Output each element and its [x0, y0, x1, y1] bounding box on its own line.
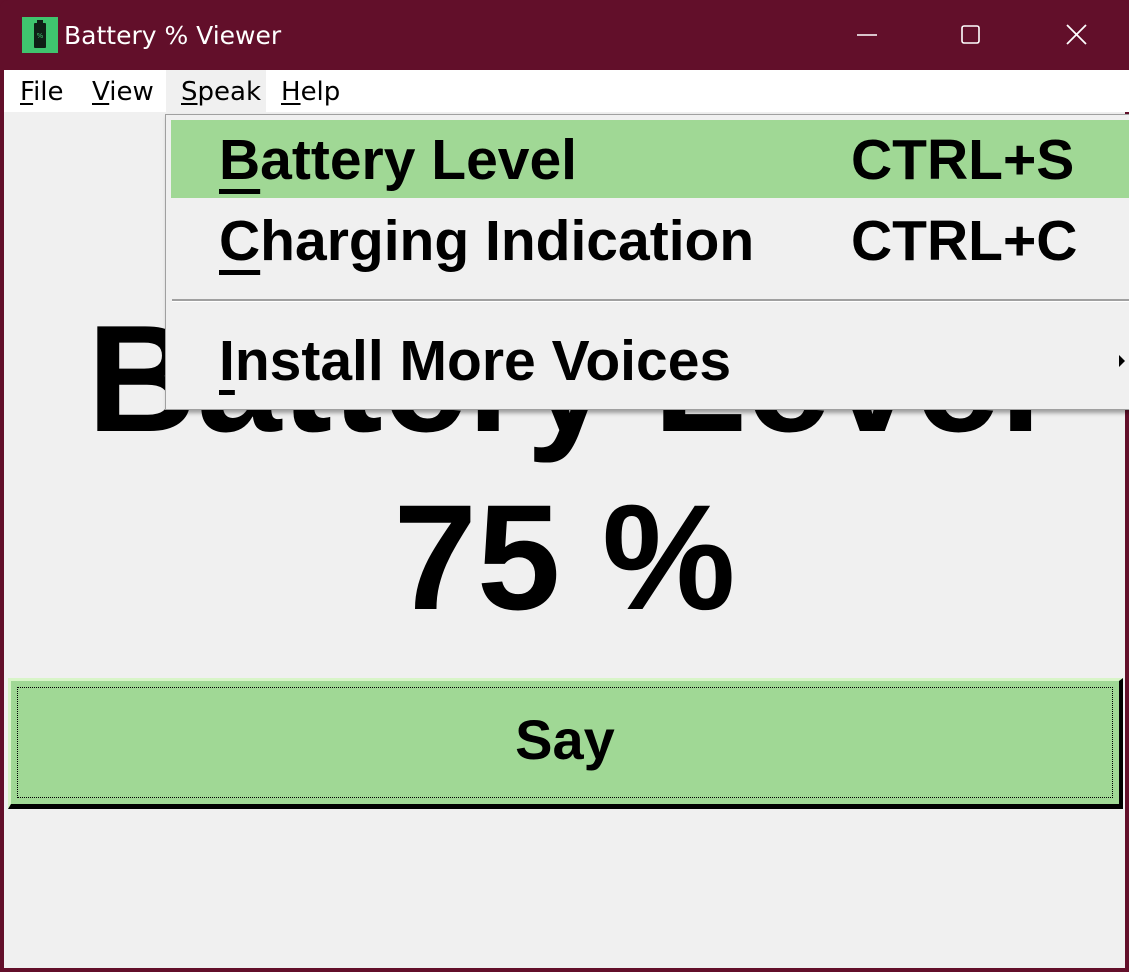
say-button[interactable]: Say — [8, 678, 1123, 809]
menu-view[interactable]: View — [92, 70, 154, 112]
menu-item-install-more-voices[interactable]: Install More Voices — [171, 321, 1129, 399]
menu-separator — [172, 299, 1129, 302]
menu-item-label: Battery Level — [219, 128, 578, 192]
menu-item-charging-indication[interactable]: Charging Indication CTRL+C — [171, 201, 1129, 279]
battery-icon: % — [34, 20, 46, 48]
menu-item-shortcut: CTRL+C — [851, 209, 1078, 273]
app-window: % Battery % Viewer File View Speak Help … — [0, 0, 1129, 972]
close-button[interactable] — [1023, 0, 1127, 70]
maximize-button[interactable] — [918, 0, 1022, 70]
menu-item-shortcut: CTRL+S — [851, 128, 1075, 192]
submenu-arrow-icon — [1119, 355, 1125, 367]
minimize-button[interactable] — [815, 0, 919, 70]
menu-item-label: Install More Voices — [219, 329, 732, 393]
menu-help[interactable]: Help — [281, 70, 340, 112]
speak-dropdown-menu: Battery Level CTRL+S Charging Indication… — [165, 114, 1129, 410]
menu-item-label: Charging Indication — [219, 209, 755, 273]
say-button-label: Say — [515, 708, 615, 771]
title-bar[interactable]: % Battery % Viewer — [0, 0, 1129, 70]
battery-percent: 75 % — [393, 473, 736, 641]
battery-app-icon: % — [22, 17, 58, 53]
minimize-icon — [857, 34, 877, 36]
menu-speak[interactable]: Speak — [166, 70, 266, 112]
window-title: Battery % Viewer — [64, 21, 282, 50]
menu-item-battery-level[interactable]: Battery Level CTRL+S — [171, 120, 1129, 198]
maximize-icon — [961, 25, 980, 44]
close-icon — [1066, 24, 1087, 45]
menu-file[interactable]: File — [20, 70, 64, 112]
menu-bar: File View Speak Help — [4, 70, 1129, 112]
